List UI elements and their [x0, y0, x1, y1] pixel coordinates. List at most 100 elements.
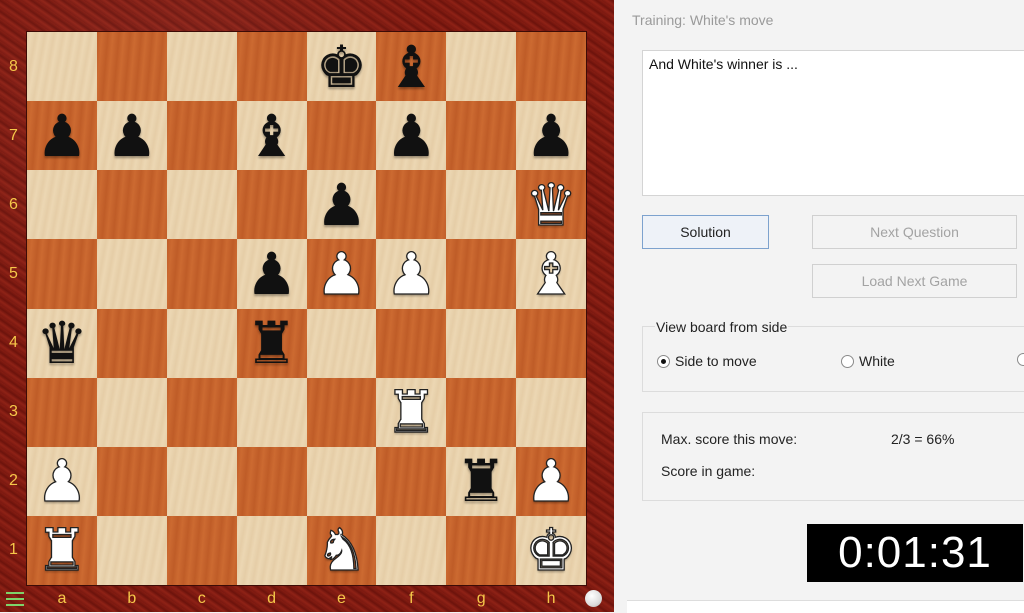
- square-e1[interactable]: ♞: [306, 515, 377, 585]
- square-e7[interactable]: [306, 101, 377, 171]
- square-g5[interactable]: [446, 239, 517, 309]
- white-rook-icon[interactable]: ♜: [35, 521, 88, 580]
- black-pawn-icon[interactable]: ♟: [106, 107, 158, 165]
- white-to-move-indicator-icon: [585, 590, 602, 607]
- square-h8[interactable]: [516, 32, 586, 102]
- square-f8[interactable]: ♝: [376, 32, 447, 102]
- white-pawn-icon[interactable]: ♟: [385, 244, 438, 303]
- radio-white[interactable]: White: [841, 353, 895, 369]
- black-pawn-icon[interactable]: ♟: [315, 176, 367, 234]
- rank-label: 6: [9, 195, 18, 213]
- square-c5[interactable]: [166, 239, 237, 309]
- square-e8[interactable]: ♚: [306, 32, 377, 102]
- file-label: c: [197, 590, 206, 607]
- square-a3[interactable]: [27, 377, 97, 447]
- square-g6[interactable]: [446, 170, 517, 240]
- square-f4[interactable]: [376, 308, 447, 378]
- square-h6[interactable]: ♛: [516, 170, 586, 240]
- white-queen-icon[interactable]: ♛: [524, 175, 577, 234]
- square-c8[interactable]: [166, 32, 237, 102]
- square-e6[interactable]: ♟: [306, 170, 377, 240]
- black-bishop-icon[interactable]: ♝: [385, 38, 437, 96]
- bottom-strip: [627, 600, 1024, 613]
- square-g8[interactable]: [446, 32, 517, 102]
- square-h1[interactable]: ♚: [516, 515, 586, 585]
- square-h5[interactable]: ♝: [516, 239, 586, 309]
- square-h7[interactable]: ♟: [516, 101, 586, 171]
- square-d5[interactable]: ♟: [236, 239, 307, 309]
- square-h3[interactable]: [516, 377, 586, 447]
- black-pawn-icon[interactable]: ♟: [36, 107, 88, 165]
- square-g2[interactable]: ♜: [446, 446, 517, 516]
- square-b7[interactable]: ♟: [96, 101, 167, 171]
- square-a6[interactable]: [27, 170, 97, 240]
- square-a5[interactable]: [27, 239, 97, 309]
- radio-partial[interactable]: [1017, 353, 1024, 366]
- solution-button[interactable]: Solution: [642, 215, 769, 249]
- black-rook-icon[interactable]: ♜: [455, 452, 507, 510]
- square-c1[interactable]: [166, 515, 237, 585]
- square-c2[interactable]: [166, 446, 237, 516]
- black-queen-icon[interactable]: ♛: [36, 314, 88, 372]
- square-b8[interactable]: [96, 32, 167, 102]
- hamburger-icon[interactable]: [6, 592, 24, 606]
- radio-unselected-icon: [1017, 353, 1024, 366]
- square-e5[interactable]: ♟: [306, 239, 377, 309]
- square-d8[interactable]: [236, 32, 307, 102]
- square-d4[interactable]: ♜: [236, 308, 307, 378]
- square-d1[interactable]: [236, 515, 307, 585]
- square-d7[interactable]: ♝: [236, 101, 307, 171]
- square-d3[interactable]: [236, 377, 307, 447]
- square-f7[interactable]: ♟: [376, 101, 447, 171]
- square-h4[interactable]: [516, 308, 586, 378]
- radio-side-to-move[interactable]: Side to move: [657, 353, 757, 369]
- square-g3[interactable]: [446, 377, 517, 447]
- square-b2[interactable]: [96, 446, 167, 516]
- square-c4[interactable]: [166, 308, 237, 378]
- square-a2[interactable]: ♟: [27, 446, 97, 516]
- white-knight-icon[interactable]: ♞: [315, 521, 368, 580]
- square-e3[interactable]: [306, 377, 377, 447]
- white-pawn-icon[interactable]: ♟: [35, 452, 88, 511]
- chess-board[interactable]: ♚ ♝ ♟ ♟ ♝ ♟ ♟ ♟ ♛ ♟ ♟ ♟ ♝ ♛ ♜ ♜ ♟ ♜ ♟ ♜ ♞ ♚: [27, 32, 586, 585]
- square-b5[interactable]: [96, 239, 167, 309]
- square-c6[interactable]: [166, 170, 237, 240]
- white-pawn-icon[interactable]: ♟: [524, 452, 577, 511]
- square-g1[interactable]: [446, 515, 517, 585]
- square-h2[interactable]: ♟: [516, 446, 586, 516]
- white-pawn-icon[interactable]: ♟: [315, 244, 368, 303]
- square-f6[interactable]: [376, 170, 447, 240]
- black-pawn-icon[interactable]: ♟: [246, 245, 298, 303]
- square-g7[interactable]: [446, 101, 517, 171]
- square-d6[interactable]: [236, 170, 307, 240]
- black-pawn-icon[interactable]: ♟: [385, 107, 437, 165]
- square-b4[interactable]: [96, 308, 167, 378]
- square-d2[interactable]: [236, 446, 307, 516]
- square-c3[interactable]: [166, 377, 237, 447]
- load-next-game-button[interactable]: Load Next Game: [812, 264, 1017, 298]
- square-f2[interactable]: [376, 446, 447, 516]
- square-e2[interactable]: [306, 446, 377, 516]
- square-a1[interactable]: ♜: [27, 515, 97, 585]
- white-rook-icon[interactable]: ♜: [385, 383, 438, 442]
- square-a7[interactable]: ♟: [27, 101, 97, 171]
- black-pawn-icon[interactable]: ♟: [525, 107, 577, 165]
- black-bishop-icon[interactable]: ♝: [246, 107, 298, 165]
- square-a4[interactable]: ♛: [27, 308, 97, 378]
- square-f1[interactable]: [376, 515, 447, 585]
- white-bishop-icon[interactable]: ♝: [524, 244, 577, 303]
- square-f5[interactable]: ♟: [376, 239, 447, 309]
- square-c7[interactable]: [166, 101, 237, 171]
- next-question-button[interactable]: Next Question: [812, 215, 1017, 249]
- black-king-icon[interactable]: ♚: [315, 38, 367, 96]
- square-e4[interactable]: [306, 308, 377, 378]
- square-b1[interactable]: [96, 515, 167, 585]
- square-g4[interactable]: [446, 308, 517, 378]
- timer-display: 0:01:31: [807, 524, 1023, 582]
- square-f3[interactable]: ♜: [376, 377, 447, 447]
- white-king-icon[interactable]: ♚: [524, 521, 577, 580]
- black-rook-icon[interactable]: ♜: [246, 314, 298, 372]
- square-b6[interactable]: [96, 170, 167, 240]
- square-a8[interactable]: [27, 32, 97, 102]
- square-b3[interactable]: [96, 377, 167, 447]
